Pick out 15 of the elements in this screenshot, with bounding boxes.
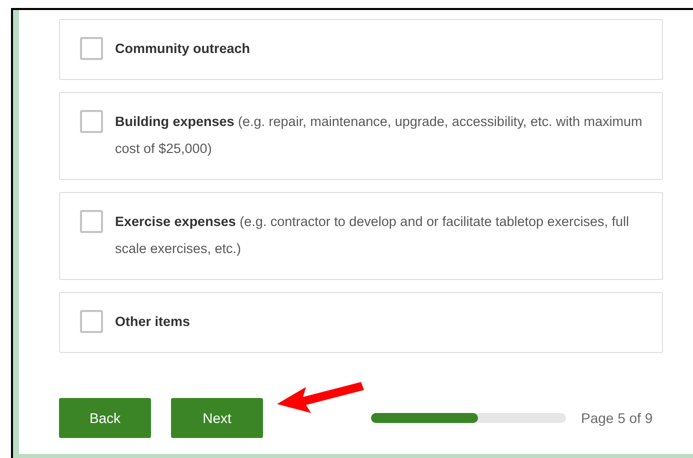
option-label: Community outreach <box>115 40 250 58</box>
option-card[interactable]: Building expenses (e.g. repair, maintenance, upgrade, accessibility, etc. with maximum cost of $25,000) <box>59 92 663 180</box>
option-label: Other items <box>115 313 190 331</box>
option-label: Building expenses (e.g. repair, maintenance, upgrade, accessibility, etc. with maximum cost of $25,000) <box>115 113 644 158</box>
back-button[interactable]: Back <box>59 398 151 438</box>
option-card[interactable]: Exercise expenses (e.g. contractor to develop and or facilitate tabletop exercises, full scale exercises, etc.) <box>59 192 663 280</box>
checkbox[interactable] <box>80 110 103 133</box>
checkbox[interactable] <box>80 210 103 233</box>
checkbox[interactable] <box>80 310 103 333</box>
option-label: Exercise expenses (e.g. contractor to develop and or facilitate tabletop exercises, full scale exercises, etc.) <box>115 213 630 258</box>
checkbox[interactable] <box>80 37 103 60</box>
option-card[interactable]: Community outreach <box>59 19 663 80</box>
option-card[interactable]: Other items <box>59 292 663 353</box>
page-indicator: Page 5 of 9 <box>581 408 653 428</box>
next-button[interactable]: Next <box>171 398 263 438</box>
